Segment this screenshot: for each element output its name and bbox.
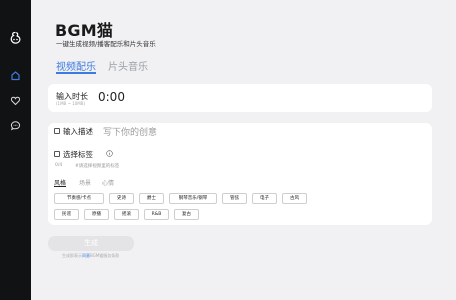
description-label: 输入描述 [63, 127, 93, 136]
terms-link[interactable]: 同意 [82, 253, 90, 258]
tag-chip[interactable]: 复古 [174, 209, 199, 220]
subtab-indicator [54, 186, 66, 187]
tag-chip[interactable]: 电子 [252, 193, 277, 204]
tag-chip[interactable]: 爵士 [139, 193, 164, 204]
tag-chip[interactable]: 史诗 [109, 193, 134, 204]
tab-video-bgm[interactable]: 视频配乐 [56, 58, 96, 73]
generate-button[interactable]: 生成 [48, 236, 134, 251]
description-checkbox[interactable] [54, 128, 60, 134]
description-input[interactable]: 写下你的创意 [103, 125, 157, 138]
tag-hint: #请选择视频里的标签 [75, 164, 120, 169]
tags-checkbox[interactable] [54, 151, 60, 157]
duration-card: 输入时长 (1MB ~ 10MB) 0:00 [48, 84, 432, 112]
home-icon[interactable] [10, 70, 21, 81]
tab-intro-music[interactable]: 片头音乐 [108, 58, 148, 73]
tag-chip[interactable]: 摇滚 [114, 209, 139, 220]
tag-count: 0/4 [55, 163, 63, 168]
info-icon[interactable] [106, 150, 113, 157]
footer-prefix: 生成即表示 [62, 253, 82, 258]
subtab-mood[interactable]: 心情 [102, 178, 114, 187]
subtab-scene[interactable]: 场景 [79, 178, 91, 187]
footer-note: 生成即表示同意BGM猫服务条款 [62, 253, 119, 259]
duration-hint: (1MB ~ 10MB) [56, 101, 86, 106]
tag-chip[interactable]: 管弦 [222, 193, 247, 204]
tag-chip[interactable]: 古风 [282, 193, 307, 204]
heart-icon[interactable] [10, 95, 21, 106]
footer-suffix: BGM猫服务条款 [90, 253, 120, 258]
tags-label: 选择标签 [63, 150, 93, 159]
tag-chip[interactable]: 民谣 [54, 209, 79, 220]
tag-chip[interactable]: 钢琴音乐/钢琴 [169, 193, 217, 204]
logo-icon[interactable] [8, 31, 22, 45]
main-content: BGM猫 一键生成视频/播客配乐和片头音乐 视频配乐 片头音乐 输入时长 (1M… [31, 0, 456, 300]
tag-chip[interactable]: R&B [144, 209, 169, 220]
duration-input[interactable]: 0:00 [98, 90, 125, 104]
app-subtitle: 一键生成视频/播客配乐和片头音乐 [56, 40, 156, 48]
tag-chip[interactable]: 节奏感/卡点 [54, 193, 104, 204]
sidebar [0, 0, 31, 300]
form-card: 输入描述 写下你的创意 选择标签 0/4 #请选择视频里的标签 风格 场景 心情… [48, 123, 432, 225]
chat-icon[interactable] [10, 120, 21, 131]
active-tab-indicator [56, 72, 96, 74]
tag-chip[interactable]: 原播 [84, 209, 109, 220]
